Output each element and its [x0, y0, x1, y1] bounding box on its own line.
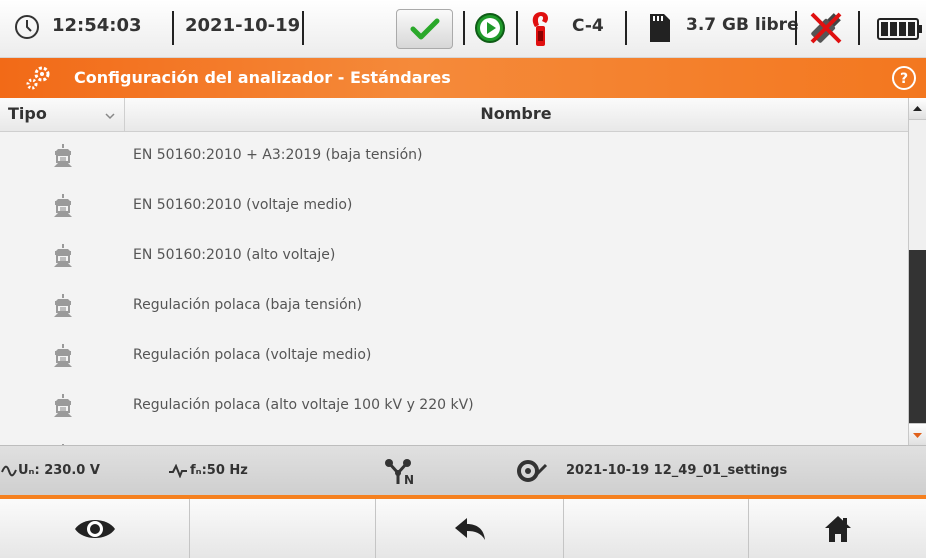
clamp-label: C-4 — [572, 16, 604, 36]
list-item[interactable]: Regulación polaca (voltaje medio) — [0, 332, 908, 382]
column-header-tipo[interactable]: Tipo — [8, 104, 47, 123]
sd-card-icon — [650, 14, 670, 42]
vertical-scrollbar[interactable] — [908, 98, 926, 445]
back-arrow-icon — [454, 517, 485, 540]
standards-list[interactable]: EN 50160:2010 + A3:2019 (baja tensión) E… — [0, 132, 908, 445]
sine-icon — [1, 465, 17, 477]
list-item-label: Regulación polaca (voltaje medio) — [133, 347, 372, 363]
list-item[interactable]: Regulación polaca (alto voltaje 100 kV y… — [0, 382, 908, 432]
clock-icon — [15, 15, 39, 39]
scroll-thumb[interactable] — [909, 250, 926, 423]
scroll-down-button[interactable] — [909, 423, 926, 445]
svg-text:?: ? — [900, 71, 908, 87]
usb-icon — [810, 12, 842, 44]
nominal-voltage: Uₙ: 230.0 V — [18, 463, 100, 478]
back-button[interactable] — [376, 499, 564, 558]
column-header-nombre[interactable]: Nombre — [124, 104, 908, 123]
status-separator — [172, 11, 174, 45]
status-bar: 12:54:03 2021-10-19 C-4 3.7 GB libre — [0, 0, 926, 58]
function-button-2[interactable] — [190, 499, 376, 558]
status-separator — [302, 11, 304, 45]
settings-file-name: 2021-10-19 12_49_01_settings — [566, 463, 788, 478]
svg-text:N: N — [404, 473, 414, 486]
table-header: Tipo Nombre — [0, 98, 908, 132]
status-separator — [516, 11, 518, 45]
settings-file-icon — [517, 460, 548, 482]
frequency-icon — [169, 464, 187, 478]
chevron-down-icon[interactable] — [104, 112, 116, 120]
list-item-label: Regulación polaca (alto voltaje 100 kV y… — [133, 397, 474, 413]
list-item[interactable]: EN 50160:2010 (alto voltaje) — [0, 232, 908, 282]
network-icon: N — [385, 459, 414, 486]
status-date: 2021-10-19 — [185, 15, 301, 36]
gears-icon — [26, 66, 50, 90]
info-bar: Uₙ: 230.0 V fₙ:50 Hz N 2021-10-19 12_49_… — [0, 445, 926, 495]
play-icon[interactable] — [474, 12, 506, 44]
home-icon — [824, 515, 851, 542]
clamp-icon — [532, 12, 549, 46]
list-item-label: Regulación polaca (baja tensión) — [133, 297, 362, 313]
title-bar: Configuración del analizador - Estándare… — [0, 58, 926, 98]
list-item-label: EN 50160:2010 (alto voltaje) — [133, 247, 336, 263]
standard-icon — [53, 193, 73, 218]
standard-icon — [53, 343, 73, 368]
status-separator — [463, 11, 465, 45]
eye-icon — [74, 519, 115, 538]
standard-icon — [53, 243, 73, 268]
chevron-up-icon — [913, 106, 922, 111]
storage-label: 3.7 GB libre — [686, 15, 799, 35]
home-button[interactable] — [749, 499, 926, 558]
status-time: 12:54:03 — [52, 15, 142, 36]
battery-icon — [877, 18, 922, 40]
view-button[interactable] — [0, 499, 190, 558]
standard-icon — [53, 393, 73, 418]
status-separator — [858, 11, 860, 45]
scroll-up-button[interactable] — [909, 98, 926, 120]
list-item-label: EN 50160:2010 + A3:2019 (baja tensión) — [133, 147, 423, 163]
status-separator — [625, 11, 627, 45]
chevron-down-icon — [913, 433, 922, 438]
list-item[interactable]: EN 50160:2010 + A3:2019 (baja tensión) — [0, 132, 908, 182]
status-separator — [795, 11, 797, 45]
list-item-label: EN 50160:2010 (voltaje medio) — [133, 197, 353, 213]
standard-icon — [53, 293, 73, 318]
standard-icon — [53, 143, 73, 168]
check-icon — [410, 18, 439, 40]
list-item[interactable]: EN 50160:2010 (voltaje medio) — [0, 182, 908, 232]
help-icon[interactable]: ? — [890, 64, 918, 92]
status-ok-button[interactable] — [396, 9, 453, 49]
list-item[interactable]: Regulación polaca (baja tensión) — [0, 282, 908, 332]
function-button-4[interactable] — [564, 499, 749, 558]
function-button-bar — [0, 499, 926, 558]
page-title: Configuración del analizador - Estándare… — [74, 68, 451, 87]
nominal-frequency: fₙ:50 Hz — [190, 463, 248, 478]
list-item-partial[interactable] — [0, 432, 908, 445]
